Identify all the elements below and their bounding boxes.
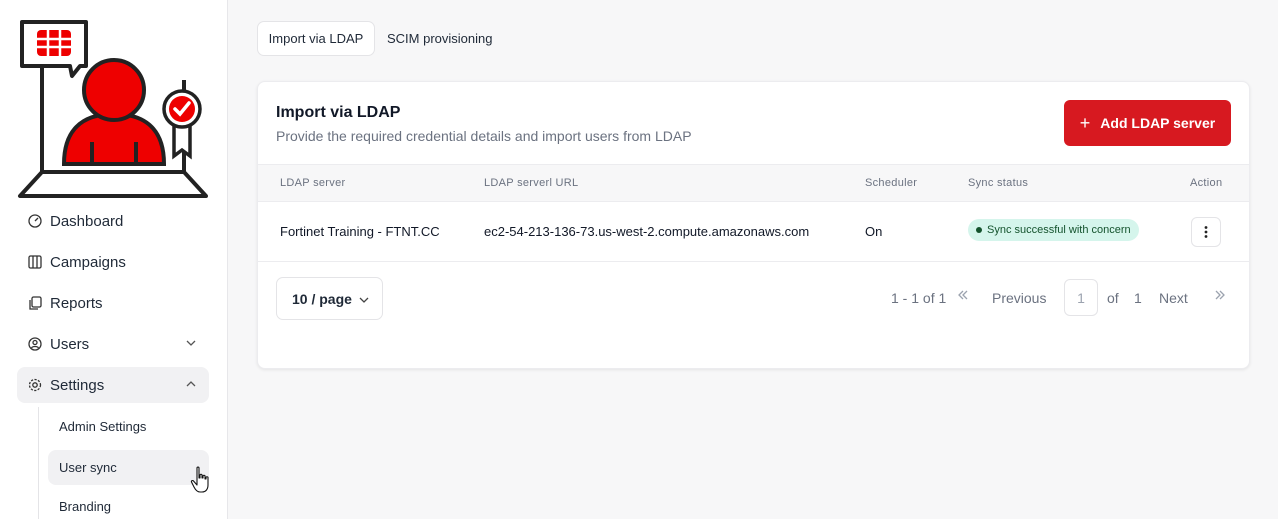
users-icon <box>27 337 42 352</box>
sidebar-subitem-admin-settings[interactable]: Admin Settings <box>48 409 209 444</box>
chevron-down-icon <box>186 340 196 346</box>
submenu-divider <box>38 407 39 519</box>
previous-page-button[interactable]: Previous <box>992 290 1046 306</box>
card-title: Import via LDAP <box>276 104 401 121</box>
first-page-icon[interactable] <box>956 288 970 302</box>
sidebar-item-reports[interactable]: Reports <box>17 285 209 321</box>
sidebar-item-label: Settings <box>50 376 105 394</box>
sidebar-item-settings[interactable]: Settings <box>17 367 209 403</box>
dashboard-icon <box>27 214 42 229</box>
sidebar-subitem-label: Branding <box>59 499 112 514</box>
sidebar-item-users[interactable]: Users <box>17 326 209 362</box>
card-subtitle: Provide the required credential details … <box>276 128 692 144</box>
brand-logo <box>18 20 208 198</box>
pagination-range: 1 - 1 of 1 <box>891 290 947 306</box>
sidebar-item-label: Dashboard <box>50 212 124 230</box>
sidebar-subitem-user-sync[interactable]: User sync <box>48 450 209 485</box>
ldap-card: Import via LDAP Provide the required cre… <box>257 81 1250 369</box>
column-header-sync-status: Sync status <box>968 177 1029 189</box>
column-header-scheduler: Scheduler <box>865 177 918 189</box>
reports-icon <box>27 296 42 311</box>
sidebar-item-dashboard[interactable]: Dashboard <box>17 203 209 239</box>
sync-status-label: Sync successful with concern <box>987 224 1131 236</box>
kebab-menu-icon <box>1204 226 1208 238</box>
next-page-button[interactable]: Next <box>1159 290 1188 306</box>
column-header-action: Action <box>1190 177 1223 189</box>
last-page-icon[interactable] <box>1213 288 1227 302</box>
sidebar: Dashboard Campaigns Reports Users Settin… <box>0 0 228 519</box>
chevron-up-icon <box>186 381 196 387</box>
add-ldap-server-button[interactable]: + Add LDAP server <box>1064 100 1231 146</box>
tab-label: Import via LDAP <box>268 31 364 46</box>
sidebar-item-label: Campaigns <box>50 253 126 271</box>
table-row: Fortinet Training - FTNT.CC ec2-54-213-1… <box>258 202 1249 262</box>
chevron-down-icon <box>359 297 369 303</box>
page-size-select[interactable]: 10 / page <box>276 277 383 320</box>
plus-icon: + <box>1079 113 1091 133</box>
row-actions-button[interactable] <box>1191 217 1221 247</box>
cell-ldap-server: Fortinet Training - FTNT.CC <box>280 224 440 239</box>
table-header: LDAP server LDAP serverl URL Scheduler S… <box>258 164 1249 202</box>
sidebar-subitem-branding[interactable]: Branding <box>48 489 209 519</box>
cell-scheduler: On <box>865 224 883 239</box>
current-page-input[interactable]: 1 <box>1064 279 1098 316</box>
pagination-total-pages: 1 <box>1134 290 1142 306</box>
sidebar-item-label: Reports <box>50 294 103 312</box>
sidebar-subitem-label: Admin Settings <box>59 419 147 434</box>
sync-status-badge: Sync successful with concern <box>968 219 1139 241</box>
campaigns-icon <box>27 255 42 270</box>
pagination-of-label: of <box>1107 290 1119 306</box>
sidebar-item-campaigns[interactable]: Campaigns <box>17 244 209 280</box>
status-dot-icon <box>976 227 982 233</box>
column-header-ldap-server: LDAP server <box>280 177 346 189</box>
tab-scim-provisioning[interactable]: SCIM provisioning <box>387 21 493 56</box>
page-size-label: 10 / page <box>292 290 352 307</box>
sidebar-subitem-label: User sync <box>59 460 117 475</box>
add-ldap-server-label: Add LDAP server <box>1100 115 1216 131</box>
tab-label: SCIM provisioning <box>387 31 493 46</box>
hand-cursor-icon <box>190 466 209 493</box>
tab-import-ldap[interactable]: Import via LDAP <box>257 21 375 56</box>
column-header-ldap-url: LDAP serverl URL <box>484 177 579 189</box>
sidebar-item-label: Users <box>50 335 90 353</box>
settings-icon <box>27 378 42 393</box>
cell-ldap-url: ec2-54-213-136-73.us-west-2.compute.amaz… <box>484 224 810 239</box>
